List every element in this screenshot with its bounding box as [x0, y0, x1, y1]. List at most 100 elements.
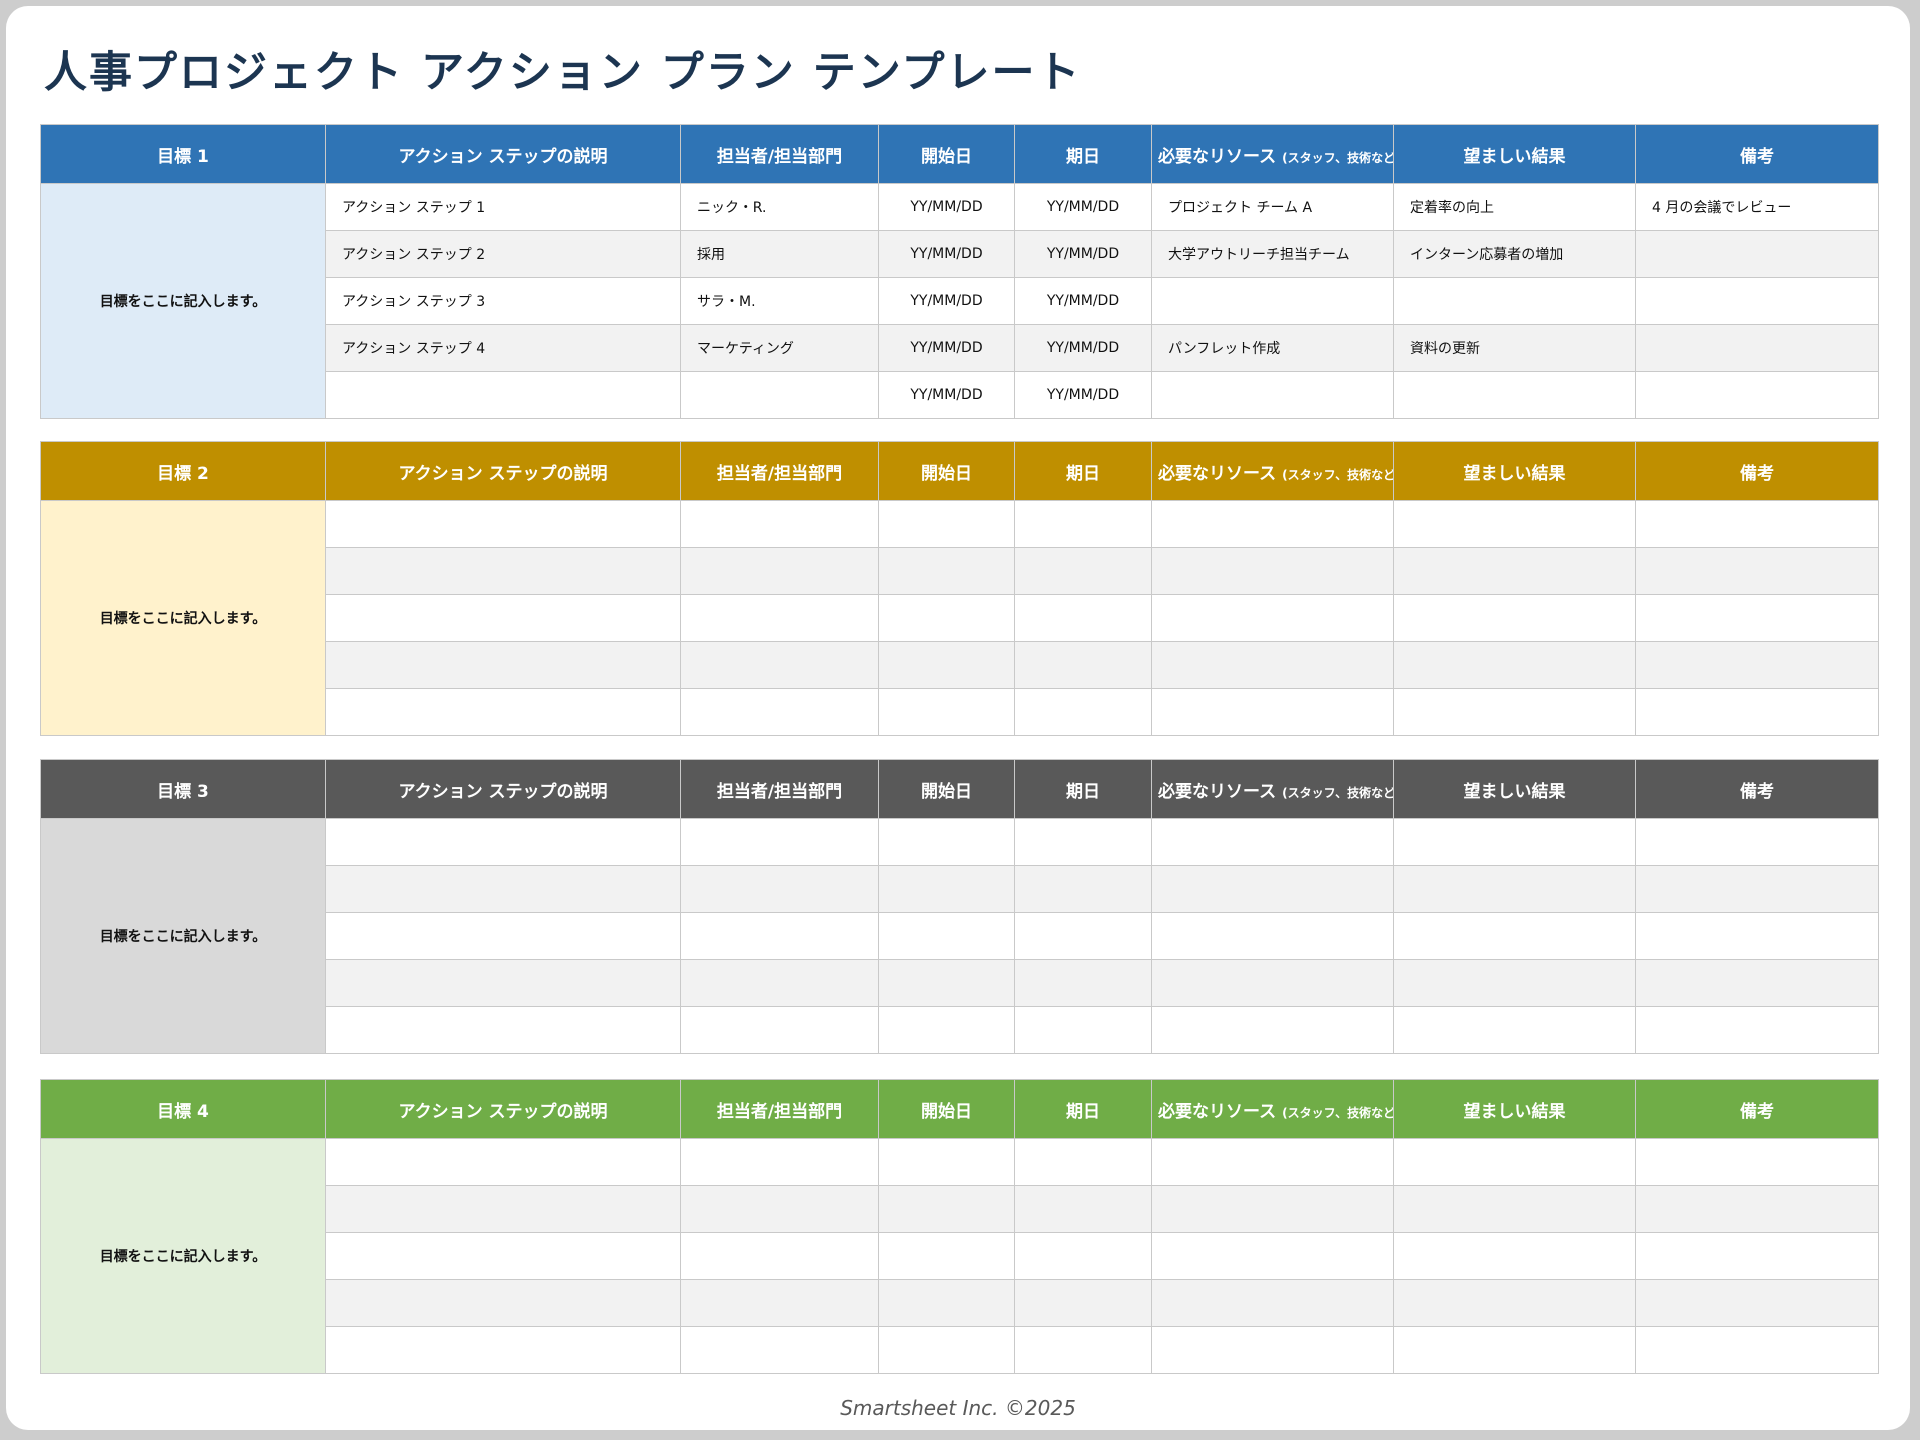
start-date-cell[interactable] [878, 1185, 1015, 1233]
outcome-cell[interactable] [1393, 1326, 1636, 1374]
notes-cell[interactable] [1635, 959, 1879, 1007]
due-date-cell[interactable] [1014, 641, 1152, 689]
description-cell[interactable] [325, 500, 681, 548]
start-date-cell[interactable] [878, 500, 1015, 548]
due-date-cell[interactable]: YY/MM/DD [1014, 371, 1152, 419]
outcome-cell[interactable]: 資料の更新 [1393, 324, 1636, 372]
due-date-cell[interactable]: YY/MM/DD [1014, 277, 1152, 325]
notes-cell[interactable] [1635, 1006, 1879, 1054]
owner-cell[interactable] [680, 1279, 879, 1327]
outcome-cell[interactable] [1393, 1279, 1636, 1327]
outcome-cell[interactable] [1393, 1006, 1636, 1054]
notes-cell[interactable] [1635, 500, 1879, 548]
owner-cell[interactable] [680, 641, 879, 689]
start-date-cell[interactable] [878, 912, 1015, 960]
description-cell[interactable] [325, 959, 681, 1007]
due-date-cell[interactable] [1014, 818, 1152, 866]
notes-cell[interactable] [1635, 865, 1879, 913]
resources-cell[interactable] [1151, 1006, 1394, 1054]
due-date-cell[interactable] [1014, 1185, 1152, 1233]
due-date-cell[interactable] [1014, 1326, 1152, 1374]
outcome-cell[interactable] [1393, 594, 1636, 642]
description-cell[interactable] [325, 1279, 681, 1327]
description-cell[interactable] [325, 1326, 681, 1374]
owner-cell[interactable]: 採用 [680, 230, 879, 278]
due-date-cell[interactable] [1014, 959, 1152, 1007]
description-cell[interactable] [325, 1232, 681, 1280]
goal-4-text[interactable]: 目標をここに記入します。 [40, 1138, 326, 1374]
description-cell[interactable]: アクション ステップ 2 [325, 230, 681, 278]
due-date-cell[interactable]: YY/MM/DD [1014, 324, 1152, 372]
description-cell[interactable] [325, 688, 681, 736]
description-cell[interactable] [325, 547, 681, 595]
due-date-cell[interactable]: YY/MM/DD [1014, 230, 1152, 278]
notes-cell[interactable] [1635, 1138, 1879, 1186]
resources-cell[interactable]: プロジェクト チーム A [1151, 183, 1394, 231]
resources-cell[interactable] [1151, 688, 1394, 736]
outcome-cell[interactable] [1393, 641, 1636, 689]
notes-cell[interactable] [1635, 324, 1879, 372]
due-date-cell[interactable] [1014, 912, 1152, 960]
notes-cell[interactable] [1635, 230, 1879, 278]
outcome-cell[interactable] [1393, 371, 1636, 419]
notes-cell[interactable] [1635, 818, 1879, 866]
notes-cell[interactable] [1635, 277, 1879, 325]
due-date-cell[interactable] [1014, 1138, 1152, 1186]
resources-cell[interactable] [1151, 594, 1394, 642]
owner-cell[interactable] [680, 1138, 879, 1186]
outcome-cell[interactable] [1393, 959, 1636, 1007]
resources-cell[interactable] [1151, 818, 1394, 866]
start-date-cell[interactable]: YY/MM/DD [878, 230, 1015, 278]
owner-cell[interactable] [680, 371, 879, 419]
outcome-cell[interactable] [1393, 818, 1636, 866]
start-date-cell[interactable] [878, 1232, 1015, 1280]
owner-cell[interactable]: マーケティング [680, 324, 879, 372]
description-cell[interactable] [325, 1138, 681, 1186]
owner-cell[interactable]: サラ・M. [680, 277, 879, 325]
start-date-cell[interactable] [878, 818, 1015, 866]
owner-cell[interactable] [680, 500, 879, 548]
notes-cell[interactable] [1635, 1326, 1879, 1374]
description-cell[interactable]: アクション ステップ 3 [325, 277, 681, 325]
description-cell[interactable]: アクション ステップ 1 [325, 183, 681, 231]
outcome-cell[interactable] [1393, 865, 1636, 913]
owner-cell[interactable] [680, 912, 879, 960]
description-cell[interactable]: アクション ステップ 4 [325, 324, 681, 372]
resources-cell[interactable] [1151, 1232, 1394, 1280]
goal-2-text[interactable]: 目標をここに記入します。 [40, 500, 326, 736]
outcome-cell[interactable] [1393, 500, 1636, 548]
due-date-cell[interactable]: YY/MM/DD [1014, 183, 1152, 231]
owner-cell[interactable] [680, 1326, 879, 1374]
goal-1-text[interactable]: 目標をここに記入します。 [40, 183, 326, 419]
start-date-cell[interactable] [878, 547, 1015, 595]
start-date-cell[interactable] [878, 959, 1015, 1007]
outcome-cell[interactable] [1393, 1185, 1636, 1233]
start-date-cell[interactable]: YY/MM/DD [878, 277, 1015, 325]
resources-cell[interactable] [1151, 547, 1394, 595]
outcome-cell[interactable]: 定着率の向上 [1393, 183, 1636, 231]
owner-cell[interactable] [680, 688, 879, 736]
description-cell[interactable] [325, 865, 681, 913]
start-date-cell[interactable]: YY/MM/DD [878, 371, 1015, 419]
owner-cell[interactable] [680, 818, 879, 866]
start-date-cell[interactable]: YY/MM/DD [878, 183, 1015, 231]
outcome-cell[interactable] [1393, 1138, 1636, 1186]
start-date-cell[interactable]: YY/MM/DD [878, 324, 1015, 372]
description-cell[interactable] [325, 594, 681, 642]
start-date-cell[interactable] [878, 1006, 1015, 1054]
owner-cell[interactable] [680, 1232, 879, 1280]
notes-cell[interactable] [1635, 371, 1879, 419]
notes-cell[interactable]: 4 月の会議でレビュー [1635, 183, 1879, 231]
resources-cell[interactable]: パンフレット作成 [1151, 324, 1394, 372]
notes-cell[interactable] [1635, 641, 1879, 689]
resources-cell[interactable] [1151, 912, 1394, 960]
due-date-cell[interactable] [1014, 594, 1152, 642]
resources-cell[interactable] [1151, 865, 1394, 913]
owner-cell[interactable] [680, 865, 879, 913]
notes-cell[interactable] [1635, 1232, 1879, 1280]
description-cell[interactable] [325, 1006, 681, 1054]
due-date-cell[interactable] [1014, 688, 1152, 736]
due-date-cell[interactable] [1014, 1279, 1152, 1327]
goal-3-text[interactable]: 目標をここに記入します。 [40, 818, 326, 1054]
resources-cell[interactable]: 大学アウトリーチ担当チーム [1151, 230, 1394, 278]
